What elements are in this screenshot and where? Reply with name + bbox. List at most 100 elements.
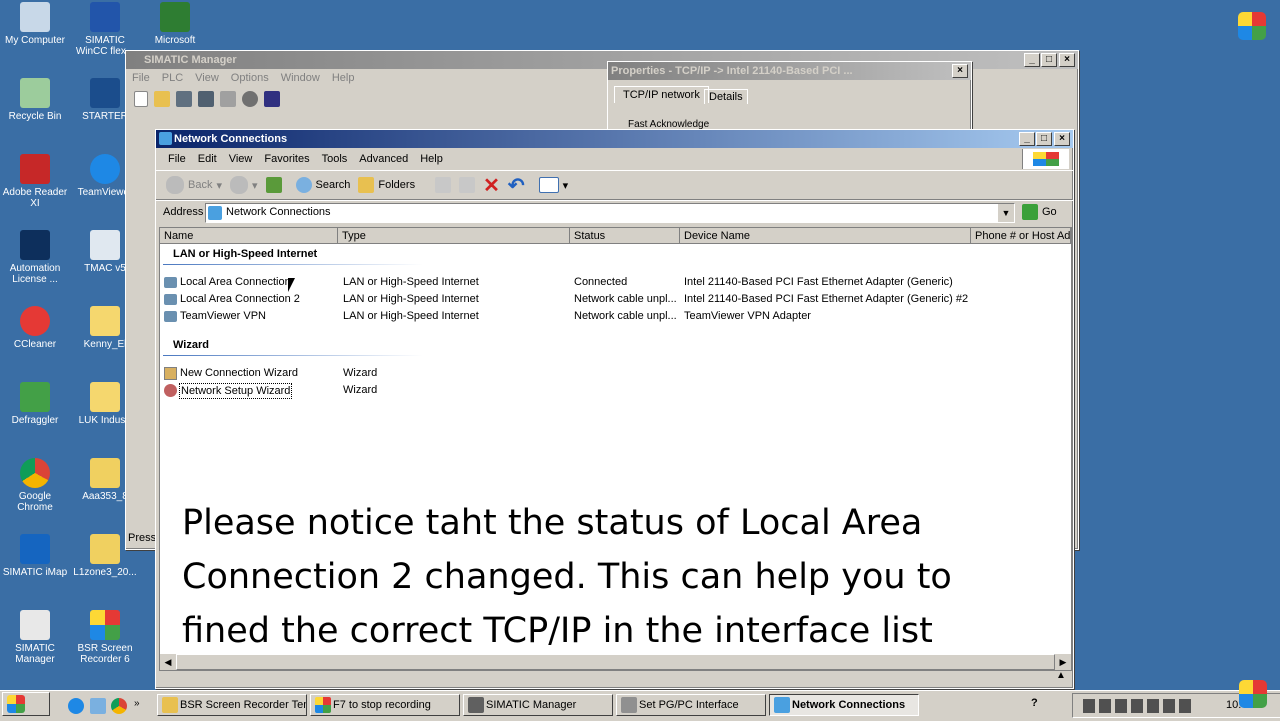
scroll-right-button[interactable]: ▶ (1055, 654, 1071, 670)
new-icon[interactable] (134, 91, 148, 107)
tab-tcpip-network[interactable]: TCP/IP network (614, 86, 709, 103)
row-type: LAN or High-Speed Internet (343, 310, 479, 322)
taskbar-button-f7-stop[interactable]: F7 to stop recording (310, 694, 460, 716)
address-input[interactable]: Network Connections ▼ (205, 203, 1015, 223)
connections-list[interactable]: Name Type Status Device Name Phone # or … (159, 227, 1072, 671)
memory-card-icon[interactable] (198, 91, 214, 107)
menu-plc[interactable]: PLC (156, 69, 189, 87)
column-header-phone[interactable]: Phone # or Host Adc (971, 228, 1071, 244)
back-button[interactable]: Back ▾ (162, 174, 226, 196)
horizontal-scrollbar[interactable]: ◀ ▶ (160, 654, 1071, 670)
desktop-icon-microsoft[interactable]: Microsoft (140, 2, 210, 46)
teamviewer-icon (90, 154, 120, 184)
address-dropdown-button[interactable]: ▼ (998, 204, 1014, 222)
views-icon (538, 177, 559, 193)
desktop-icon-defraggler[interactable]: Defraggler (0, 382, 70, 426)
filter-icon[interactable] (220, 91, 236, 107)
folders-button[interactable]: Folders (354, 174, 419, 196)
maximize-button[interactable]: □ (1041, 53, 1057, 67)
accessible-nodes-icon[interactable] (176, 91, 192, 107)
window-title: Network Connections (174, 133, 288, 145)
properties-dialog[interactable]: Properties - TCP/IP -> Intel 21140-Based… (607, 61, 972, 133)
start-button[interactable] (2, 692, 50, 716)
menu-view[interactable]: View (223, 148, 259, 170)
network-connections-titlebar[interactable]: Network Connections _ □ × (156, 130, 1073, 148)
network-connection-icon (164, 311, 177, 322)
minimize-button[interactable]: _ (1024, 53, 1040, 67)
close-button[interactable]: × (1054, 132, 1070, 146)
tray-icons[interactable] (1083, 699, 1193, 713)
menu-view[interactable]: View (189, 69, 225, 87)
menu-edit[interactable]: Edit (192, 148, 223, 170)
quicklaunch-more-icon[interactable]: » (134, 698, 140, 709)
up-button[interactable] (262, 174, 286, 196)
delete-button[interactable]: ✕ (479, 174, 504, 197)
menu-help[interactable]: Help (414, 148, 449, 170)
menu-favorites[interactable]: Favorites (258, 148, 315, 170)
move-to-icon (435, 177, 452, 193)
open-icon[interactable] (154, 91, 170, 107)
copy-to-button[interactable] (455, 174, 479, 196)
table-row[interactable]: Network Setup Wizard Wizard (164, 382, 1064, 399)
maximize-button[interactable]: □ (1036, 132, 1052, 146)
desktop-icon-google-chrome[interactable]: Google Chrome (0, 458, 70, 513)
copy-to-icon (459, 177, 476, 193)
move-to-button[interactable] (431, 174, 455, 196)
network-connections-window[interactable]: Network Connections _ □ × File Edit View Fa… (155, 129, 1074, 689)
scroll-left-button[interactable]: ◀ (160, 654, 176, 670)
desktop-icon-wincc[interactable]: SIMATIC WinCC flex... (70, 2, 140, 57)
menu-tools[interactable]: Tools (316, 148, 354, 170)
table-row[interactable]: Local Area Connection LAN or High-Speed … (164, 274, 1064, 291)
table-row[interactable]: New Connection Wizard Wizard (164, 365, 1064, 382)
menu-file[interactable]: File (162, 148, 192, 170)
adobe-reader-icon (20, 154, 50, 184)
close-button[interactable]: × (1059, 53, 1075, 67)
menu-file[interactable]: File (126, 69, 156, 87)
desktop-icon-recycle-bin[interactable]: Recycle Bin (0, 78, 70, 122)
column-header-device-name[interactable]: Device Name (680, 228, 971, 244)
starter-icon (90, 78, 120, 108)
defraggler-icon (20, 382, 50, 412)
menu-window[interactable]: Window (275, 69, 326, 87)
column-header-name[interactable]: Name (160, 228, 338, 244)
scroll-thumb[interactable] (176, 654, 1055, 670)
close-button[interactable]: × (952, 64, 968, 78)
tray-expand-icon[interactable]: ▲ (1056, 670, 1066, 681)
go-button[interactable]: Go (1022, 204, 1057, 220)
column-header-type[interactable]: Type (338, 228, 570, 244)
zip-folder-icon (90, 534, 120, 564)
chrome-icon[interactable] (111, 698, 127, 714)
desktop-icon-my-computer[interactable]: My Computer (0, 2, 70, 46)
desktop-icon-ccleaner[interactable]: CCleaner (0, 306, 70, 350)
menu-options[interactable]: Options (225, 69, 275, 87)
properties-titlebar[interactable]: Properties - TCP/IP -> Intel 21140-Based… (608, 62, 971, 80)
wincc-icon (90, 2, 120, 32)
taskbar-button-network-connections[interactable]: Network Connections (769, 694, 919, 716)
computer-icon (20, 2, 50, 32)
taskbar-button-simatic-manager[interactable]: SIMATIC Manager (463, 694, 613, 716)
table-row[interactable]: Local Area Connection 2 LAN or High-Spee… (164, 291, 1064, 308)
row-device: TeamViewer VPN Adapter (684, 310, 811, 322)
help-icon[interactable] (264, 91, 280, 107)
tab-details[interactable]: Details (704, 89, 748, 104)
desktop-icon-simatic-manager[interactable]: SIMATIC Manager (0, 610, 70, 665)
help-icon[interactable]: ? (1031, 697, 1038, 709)
views-button[interactable]: ▾ (535, 174, 573, 196)
minimize-button[interactable]: _ (1019, 132, 1035, 146)
menu-help[interactable]: Help (326, 69, 361, 87)
table-row[interactable]: TeamViewer VPN LAN or High-Speed Interne… (164, 308, 1064, 325)
desktop-icon-adobe-reader[interactable]: Adobe Reader XI (0, 154, 70, 209)
taskbar-button-bsr-temp[interactable]: BSR Screen Recorder Temp (157, 694, 307, 716)
explorer-icon[interactable] (90, 698, 106, 714)
taskbar-button-set-pgpc[interactable]: Set PG/PC Interface (616, 694, 766, 716)
desktop-icon-simatic-imap[interactable]: SIMATIC iMap (0, 534, 70, 578)
desktop-icon-automation-license[interactable]: Automation License ... (0, 230, 70, 285)
column-header-status[interactable]: Status (570, 228, 680, 244)
network-icon[interactable] (242, 91, 258, 107)
forward-button[interactable]: ▾ (226, 174, 262, 196)
menu-advanced[interactable]: Advanced (353, 148, 414, 170)
undo-button[interactable]: ↶ (504, 174, 529, 197)
desktop-icon-bsr-recorder[interactable]: BSR Screen Recorder 6 (70, 610, 140, 665)
ie-icon[interactable] (68, 698, 84, 714)
search-button[interactable]: Search (292, 174, 355, 196)
